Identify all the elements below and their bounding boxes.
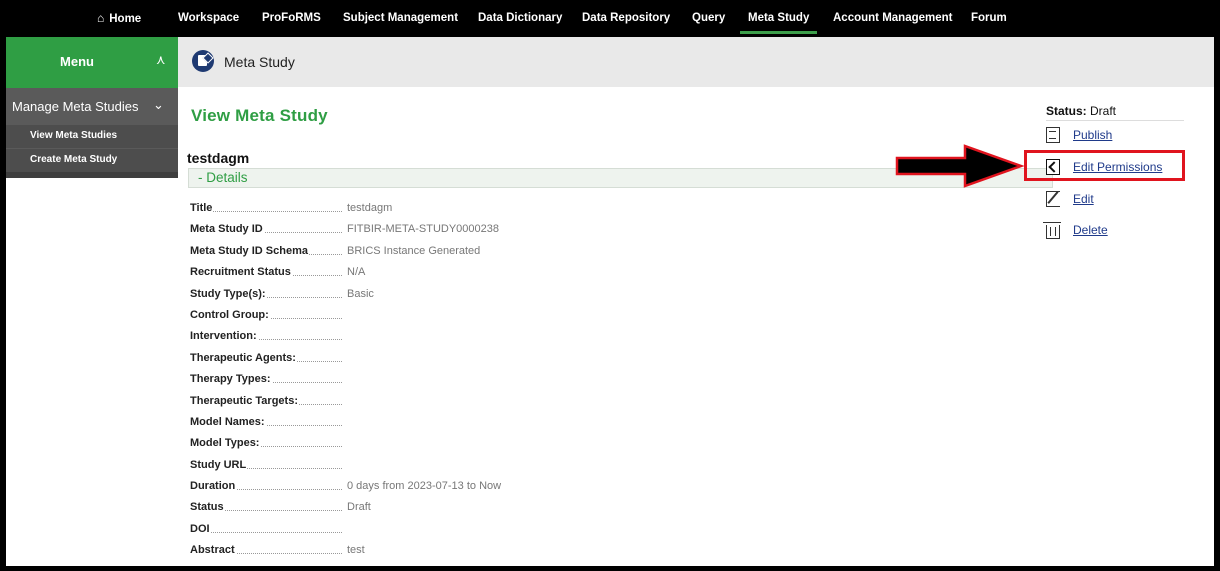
field-value: Draft [347, 501, 371, 514]
field-row-therapy-types: Therapy Types: [190, 373, 690, 394]
nav-proforms[interactable]: ProFoRMS [262, 3, 321, 37]
field-row-model-names: Model Names: [190, 415, 690, 437]
nav-forum[interactable]: Forum [971, 3, 1007, 37]
annotation-arrow-icon [895, 144, 1025, 188]
field-value: 0 days from 2023-07-13 to Now [347, 480, 502, 493]
home-icon: ⌂ [97, 11, 105, 25]
sidebar-item-view-meta-studies[interactable]: View Meta Studies [6, 125, 178, 148]
sidebar: Menu ⋏ Manage Meta Studies ⌄ View Meta S… [6, 37, 178, 178]
edit-link[interactable]: Edit [1073, 192, 1094, 206]
page-header-title: Meta Study [224, 54, 295, 70]
nav-query[interactable]: Query [692, 3, 725, 37]
chevron-down-icon: ⌄ [153, 97, 164, 112]
nav-workspace[interactable]: Workspace [178, 3, 239, 37]
sidebar-divider [6, 172, 178, 178]
field-value: testdagm [347, 202, 393, 214]
field-row-doi: DOI [190, 522, 690, 544]
sidebar-item-label: Create Meta Study [30, 154, 118, 165]
field-label: Intervention: [190, 330, 258, 343]
field-row-intervention: Intervention: [190, 330, 690, 351]
study-name: testdagm [187, 150, 250, 166]
status-display: Status: Draft [1046, 104, 1184, 121]
field-label: Model Types: [190, 437, 261, 450]
details-section-label: - Details [198, 170, 248, 185]
nav-home[interactable]: ⌂ Home [97, 3, 141, 37]
nav-data-repository[interactable]: Data Repository [582, 3, 670, 37]
meta-study-icon [192, 50, 214, 72]
sidebar-section-label: Manage Meta Studies [12, 99, 139, 114]
field-value: BRICS Instance Generated [347, 244, 481, 257]
app-frame: ⌂ Home Workspace ProFoRMS Subject Managem… [6, 3, 1214, 566]
field-value: test [347, 544, 365, 557]
field-label: Study Type(s): [190, 287, 267, 300]
sidebar-item-label: View Meta Studies [30, 130, 118, 141]
double-chevron-down-icon[interactable]: ⋏ [156, 52, 166, 68]
field-label: Therapeutic Agents: [190, 351, 297, 364]
field-label: Status [190, 501, 225, 514]
field-row-title: Title testdagm [190, 202, 690, 223]
field-row-control-group: Control Group: [190, 308, 690, 330]
field-row-meta-study-id: Meta Study ID FITBIR-META-STUDY0000238 [190, 223, 690, 244]
field-label: Study URL [190, 458, 248, 471]
share-permissions-icon [1046, 159, 1060, 175]
field-row-duration: Duration 0 days from 2023-07-13 to Now [190, 480, 690, 501]
field-label: Model Names: [190, 415, 266, 428]
field-value: Basic [347, 287, 374, 300]
field-label: Meta Study ID [190, 223, 264, 236]
nav-data-dictionary[interactable]: Data Dictionary [478, 3, 562, 37]
field-label: Recruitment Status [190, 266, 292, 279]
field-row-therapeutic-targets: Therapeutic Targets: [190, 394, 690, 416]
page-header-bar: Meta Study [178, 37, 1214, 87]
field-value: N/A [347, 266, 366, 279]
delete-link[interactable]: Delete [1073, 223, 1108, 237]
field-label: DOI [190, 522, 211, 535]
document-icon [1046, 127, 1060, 143]
sidebar-item-create-meta-study[interactable]: Create Meta Study [6, 149, 178, 172]
sidebar-menu-header[interactable]: Menu ⋏ [6, 37, 178, 88]
status-label: Status: [1046, 104, 1087, 118]
field-row-status: Status Draft [190, 501, 690, 522]
field-label: Therapeutic Targets: [190, 394, 299, 407]
details-field-list: Title testdagm Meta Study ID FITBIR-META-S… [190, 202, 690, 566]
field-label: Duration [190, 480, 237, 493]
field-label: Therapy Types: [190, 373, 272, 386]
edit-permissions-link[interactable]: Edit Permissions [1073, 160, 1162, 174]
trash-icon [1043, 222, 1061, 239]
field-row-id-schema: Meta Study ID Schema BRICS Instance Gener… [190, 244, 690, 266]
field-label: Meta Study ID Schema [190, 244, 309, 257]
field-row-abstract: Abstract test [190, 544, 690, 565]
page-title: View Meta Study [191, 106, 328, 125]
edit-icon [1046, 191, 1060, 207]
field-row-therapeutic-agents: Therapeutic Agents: [190, 351, 690, 373]
dotted-leader [190, 531, 342, 533]
field-label: Title [190, 202, 214, 214]
field-label: Control Group: [190, 308, 270, 321]
nav-subject-management[interactable]: Subject Management [343, 3, 458, 37]
status-value: Draft [1090, 104, 1117, 118]
field-label: Abstract [190, 544, 236, 557]
publish-link[interactable]: Publish [1073, 128, 1112, 142]
field-row-recruitment-status: Recruitment Status N/A [190, 266, 690, 287]
field-row-study-types: Study Type(s): Basic [190, 287, 690, 309]
nav-meta-study[interactable]: Meta Study [739, 3, 818, 37]
top-nav: ⌂ Home Workspace ProFoRMS Subject Managem… [6, 3, 1214, 37]
nav-account-management[interactable]: Account Management [833, 3, 953, 37]
field-value: FITBIR-META-STUDY0000238 [347, 223, 500, 236]
sidebar-menu-title: Menu [60, 54, 94, 69]
field-row-model-types: Model Types: [190, 437, 690, 458]
field-row-study-url: Study URL [190, 458, 690, 480]
sidebar-section-manage-meta-studies[interactable]: Manage Meta Studies ⌄ [6, 88, 178, 125]
